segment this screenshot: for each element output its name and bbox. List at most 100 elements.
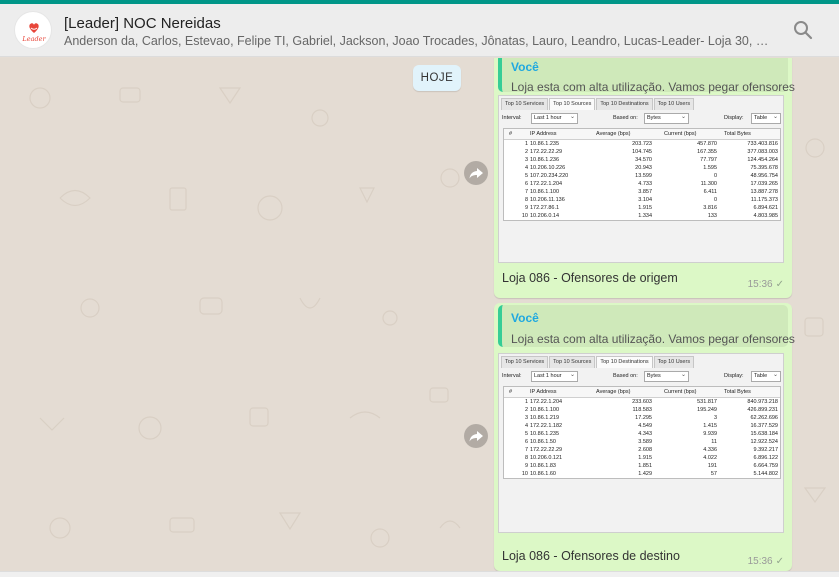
quoted-message[interactable]: Você Loja esta com alta utilização. Vamo… [498, 58, 795, 94]
table-row[interactable]: 6 10.86.1.50 3.589 11 12.922.524 [504, 438, 780, 446]
table-cell: 531.817 [697, 399, 717, 405]
table-cell: 3.589 [638, 439, 652, 445]
chat-area[interactable]: HOJE Você Loja esta com alta utilização.… [0, 58, 839, 571]
search-button[interactable] [791, 18, 815, 42]
table-row[interactable]: 5 107.20.234.220 13.599 0 48.956.754 [504, 172, 780, 180]
table-cell: 12.922.524 [750, 439, 778, 445]
message-time: 15:36 [747, 279, 773, 290]
table-cell: 2 [524, 149, 528, 155]
table-row[interactable]: 9 172.27.86.1 1.915 3.816 6.894.621 [504, 204, 780, 212]
report-tabs[interactable]: Top 10 Services Top 10 Sources Top 10 Dest… [501, 356, 695, 368]
table-row[interactable]: 7 172.22.22.29 2.608 4.336 9.392.217 [504, 446, 780, 454]
table-row[interactable]: 6 172.22.1.204 4.733 11.300 17.039.265 [504, 180, 780, 188]
table-cell: 20.943 [635, 165, 652, 171]
forward-icon [469, 168, 483, 179]
interval-select[interactable]: Last 1 hour [531, 113, 578, 124]
double-check-icon: ✓ [775, 279, 784, 290]
report-tab[interactable]: Top 10 Services [501, 356, 549, 368]
chat-header[interactable]: Leader [Leader] NOC Nereidas Anderson da… [0, 4, 839, 57]
table-row[interactable]: 10 10.86.1.60 1.429 57 5.144.802 [504, 470, 780, 478]
quoted-message[interactable]: Você Loja esta com alta utilização. Vamo… [498, 305, 795, 347]
report-tab[interactable]: Top 10 Users [653, 98, 695, 110]
table-cell: 1.851 [638, 463, 652, 469]
column-header[interactable]: Total Bytes [724, 387, 751, 398]
table-cell: 7 [524, 189, 528, 195]
table-cell: 10.206.10.226 [530, 165, 566, 171]
column-header[interactable]: # [509, 129, 512, 140]
report-tab[interactable]: Top 10 Services [501, 98, 549, 110]
table-cell: 13.887.278 [750, 189, 778, 195]
table-cell: 3 [713, 415, 717, 421]
table-cell: 1.415 [703, 423, 717, 429]
table-row[interactable]: 9 10.86.1.83 1.851 191 6.664.759 [504, 462, 780, 470]
based-on-select[interactable]: Bytes [644, 113, 689, 124]
column-header[interactable]: Average (bps) [596, 129, 630, 140]
table-row[interactable]: 7 10.86.1.100 3.857 6.411 13.887.278 [504, 188, 780, 196]
table-cell: 6 [524, 181, 528, 187]
table-row[interactable]: 2 172.22.22.29 104.745 167.355 377.083.003 [504, 148, 780, 156]
forward-button[interactable] [464, 424, 488, 448]
table-row[interactable]: 8 10.206.11.136 3.104 0 11.175.373 [504, 196, 780, 204]
table-cell: 167.355 [697, 149, 717, 155]
table-row[interactable]: 1 10.86.1.235 203.723 457.870 733.403.816 [504, 140, 780, 148]
table-row[interactable]: 5 10.86.1.235 4.343 9.939 15.638.184 [504, 430, 780, 438]
table-cell: 17.039.265 [750, 181, 778, 187]
table-cell: 75.395.678 [750, 165, 778, 171]
report-table: # IP Address Average (bps) Current (bps) Tot… [503, 128, 781, 221]
based-on-label: Based on: [613, 115, 638, 121]
table-cell: 5 [524, 173, 528, 179]
report-tab[interactable]: Top 10 Destinations [596, 98, 653, 110]
column-header[interactable]: IP Address [530, 387, 557, 398]
interval-select[interactable]: Last 1 hour [531, 371, 578, 382]
table-cell: 4.803.985 [753, 213, 778, 219]
display-select[interactable]: Table [751, 113, 781, 124]
group-avatar[interactable]: Leader [14, 11, 52, 49]
table-cell: 6.664.759 [753, 463, 778, 469]
table-row[interactable]: 4 172.22.1.182 4.549 1.415 16.377.529 [504, 422, 780, 430]
table-cell: 34.570 [635, 157, 652, 163]
table-cell: 1.915 [638, 455, 652, 461]
report-tab[interactable]: Top 10 Sources [549, 356, 596, 368]
image-attachment[interactable]: Top 10 Services Top 10 Sources Top 10 Dest… [498, 95, 784, 263]
column-header[interactable]: Total Bytes [724, 129, 751, 140]
table-row[interactable]: 8 10.206.0.121 1.915 4.022 6.896.122 [504, 454, 780, 462]
table-cell: 1 [524, 141, 528, 147]
report-table: # IP Address Average (bps) Current (bps) Tot… [503, 386, 781, 479]
table-row[interactable]: 3 10.86.1.219 17.295 3 62.262.696 [504, 414, 780, 422]
report-tab[interactable]: Top 10 Destinations [596, 356, 653, 368]
table-cell: 2 [524, 407, 528, 413]
outgoing-message[interactable]: Você Loja esta com alta utilização. Vamo… [494, 303, 795, 571]
table-cell: 172.22.1.204 [530, 399, 563, 405]
based-on-select[interactable]: Bytes [644, 371, 689, 382]
table-row[interactable]: 4 10.206.10.226 20.943 1.595 75.395.678 [504, 164, 780, 172]
column-header[interactable]: IP Address [530, 129, 557, 140]
report-table-header: # IP Address Average (bps) Current (bps) Tot… [504, 387, 780, 398]
message-meta: 15:36 ✓ [748, 279, 784, 290]
report-tabs[interactable]: Top 10 Services Top 10 Sources Top 10 Dest… [501, 98, 695, 110]
column-header[interactable]: Average (bps) [596, 387, 630, 398]
table-row[interactable]: 10 10.206.0.14 1.334 133 4.803.985 [504, 212, 780, 220]
report-tab[interactable]: Top 10 Users [653, 356, 695, 368]
table-row[interactable]: 2 10.86.1.100 118.583 195.249 426.899.231 [504, 406, 780, 414]
table-cell: 124.454.264 [747, 157, 778, 163]
group-members[interactable]: Anderson da, Carlos, Estevao, Felipe TI,… [64, 34, 769, 48]
image-attachment[interactable]: Top 10 Services Top 10 Sources Top 10 Dest… [498, 353, 784, 533]
quote-author: Você [511, 60, 539, 74]
leader-logo-icon: Leader [21, 23, 46, 43]
column-header[interactable]: Current (bps) [664, 387, 696, 398]
table-cell: 10.86.1.60 [530, 471, 556, 477]
table-cell: 4.549 [638, 423, 652, 429]
table-cell: 11 [711, 439, 717, 445]
table-row[interactable]: 1 172.22.1.204 233.603 531.817 840.973.218 [504, 398, 780, 406]
group-title[interactable]: [Leader] NOC Nereidas [64, 15, 221, 32]
quote-text: Loja esta com alta utilização. Vamos peg… [511, 80, 795, 94]
forward-icon [469, 431, 483, 442]
column-header[interactable]: Current (bps) [664, 129, 696, 140]
column-header[interactable]: # [509, 387, 512, 398]
display-select[interactable]: Table [751, 371, 781, 382]
outgoing-message[interactable]: Você Loja esta com alta utilização. Vamo… [494, 58, 795, 298]
report-tab[interactable]: Top 10 Sources [549, 98, 596, 110]
forward-button[interactable] [464, 161, 488, 185]
table-row[interactable]: 3 10.86.1.236 34.570 77.797 124.454.264 [504, 156, 780, 164]
table-cell: 10.86.1.219 [530, 415, 560, 421]
